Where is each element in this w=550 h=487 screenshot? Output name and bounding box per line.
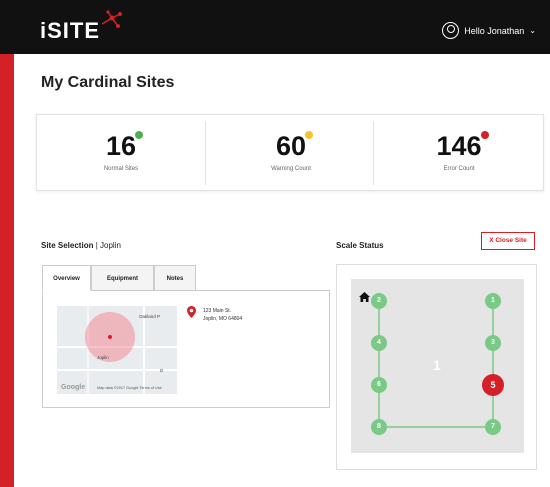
scale-node-8[interactable]: 8 xyxy=(371,419,387,435)
scale-node-4[interactable]: 4 xyxy=(371,335,387,351)
address-line: 123 Main St. xyxy=(203,308,232,314)
brand-accent-strip xyxy=(0,0,14,487)
isite-logo[interactable]: iSITE xyxy=(40,10,122,44)
stat-value: 16 xyxy=(105,131,137,161)
brand-name: iSITE xyxy=(40,18,101,43)
user-avatar-icon xyxy=(442,22,460,39)
selected-site-name[interactable]: Joplin xyxy=(100,241,121,250)
status-dot-icon xyxy=(135,131,144,139)
scale-node-3[interactable]: 3 xyxy=(485,335,501,351)
stat-value: 146 xyxy=(436,131,482,161)
divider xyxy=(205,121,206,185)
scale-node-5-error[interactable]: 5 xyxy=(482,374,504,396)
scale-status-title: Scale Status xyxy=(336,241,384,250)
chevron-down-icon: ⌄ xyxy=(529,26,536,35)
tab-notes[interactable]: Notes xyxy=(154,265,196,291)
stat-error-count: 146 Error Count xyxy=(375,115,543,192)
stats-summary-card: 16 Normal Sites 60 Warning Count 146 Err… xyxy=(36,114,544,191)
user-menu[interactable]: Hello Jonathan ⌄ xyxy=(442,22,536,39)
close-site-button[interactable]: X Close Site xyxy=(481,232,535,250)
site-selection: Site Selection | Joplin xyxy=(41,241,121,250)
scale-node-1[interactable]: 1 xyxy=(485,293,501,309)
location-pin-icon xyxy=(187,306,196,318)
zone-number: 1 xyxy=(433,357,441,373)
scale-node-2[interactable]: 2 xyxy=(371,293,387,309)
map-place-label: Joplin xyxy=(97,355,109,360)
stat-normal-sites: 16 Normal Sites xyxy=(37,115,205,192)
brand-accent-notch xyxy=(0,54,14,68)
map-road xyxy=(57,369,177,371)
page-title: My Cardinal Sites xyxy=(41,74,175,91)
status-dot-icon xyxy=(305,131,314,139)
site-map[interactable]: Oakland P Joplin D Google Map data ©2017… xyxy=(57,306,177,394)
site-center-marker xyxy=(108,335,112,339)
site-selection-label: Site Selection xyxy=(41,241,94,250)
site-address: 123 Main St. Joplin, MO 64804 xyxy=(203,307,242,323)
scale-node-6[interactable]: 6 xyxy=(371,377,387,393)
scale-node-7[interactable]: 7 xyxy=(485,419,501,435)
stat-label: Warning Count xyxy=(271,166,311,172)
google-logo: Google xyxy=(61,384,86,391)
address-line: Joplin, MO 64804 xyxy=(203,316,243,322)
top-navigation-bar: iSITE Hello Jonathan ⌄ xyxy=(0,0,550,54)
divider xyxy=(373,121,374,185)
tab-overview[interactable]: Overview xyxy=(42,265,91,291)
map-road xyxy=(143,306,145,394)
stat-label: Error Count xyxy=(443,166,475,172)
stat-label: Normal Sites xyxy=(103,166,139,172)
map-place-label: D xyxy=(160,368,164,373)
user-greeting: Hello Jonathan xyxy=(464,25,525,36)
tab-equipment[interactable]: Equipment xyxy=(91,265,154,291)
network-logo-icon xyxy=(101,10,122,28)
map-credit: Map data ©2017 Google Terms of Use xyxy=(97,386,162,390)
stat-warning-count: 60 Warning Count xyxy=(207,115,375,192)
main-content: My Cardinal Sites 16 Normal Sites 60 War… xyxy=(14,54,550,487)
map-place-label: Oakland P xyxy=(139,314,161,319)
home-icon xyxy=(359,292,370,302)
scale-status-card: 1 2 1 4 3 6 5 8 7 xyxy=(336,264,537,470)
scale-grid: 1 2 1 4 3 6 5 8 7 xyxy=(351,279,524,453)
overview-panel: Oakland P Joplin D Google Map data ©2017… xyxy=(42,290,330,408)
status-dot-icon xyxy=(480,131,489,139)
stat-value: 60 xyxy=(275,131,307,161)
